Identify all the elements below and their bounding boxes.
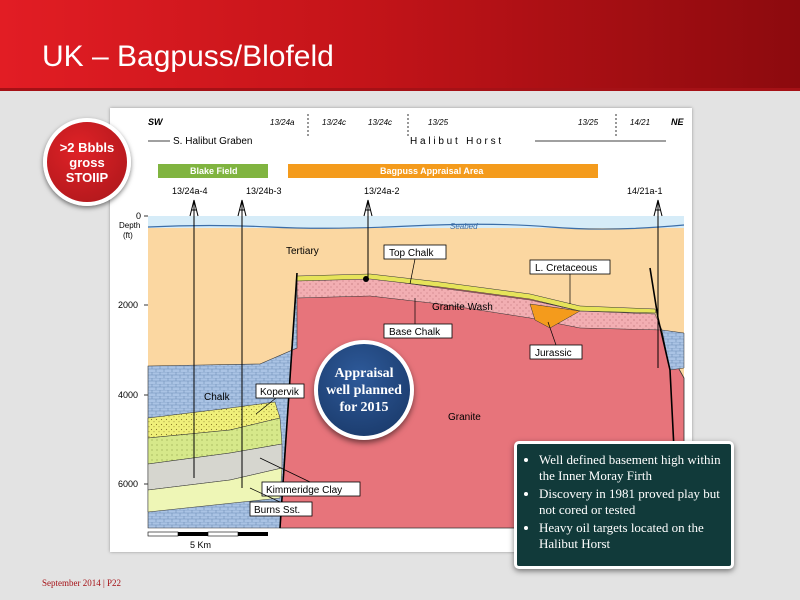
block-label: 13/24c bbox=[368, 118, 392, 127]
appraisal-line: Appraisal bbox=[334, 365, 394, 381]
callout-l-cretaceous: L. Cretaceous bbox=[529, 259, 611, 275]
key-points-box: Well defined basement high within the In… bbox=[514, 441, 734, 569]
slide-title: UK – Bagpuss/Blofeld bbox=[42, 40, 334, 73]
sea-layer bbox=[148, 216, 684, 229]
badge-line: gross bbox=[69, 154, 105, 170]
granite-wash-label: Granite Wash bbox=[432, 302, 493, 313]
kopervik-label: Kopervik bbox=[260, 387, 300, 398]
callout-kimmeridge: Kimmeridge Clay bbox=[261, 481, 361, 497]
block-label: 13/24a bbox=[270, 118, 295, 127]
depth-tick-label: 0 bbox=[136, 211, 141, 221]
depth-tick-label: 4000 bbox=[118, 390, 138, 400]
depth-tick-label: 2000 bbox=[118, 300, 138, 310]
appraisal-line: well planned bbox=[326, 382, 402, 398]
block-label: 14/21 bbox=[630, 118, 650, 127]
horst-label: H a l i b u t H o r s t bbox=[410, 136, 501, 147]
burns-label: Burns Sst. bbox=[254, 505, 300, 516]
slide-footer: September 2014 | P22 bbox=[42, 578, 122, 588]
appraisal-line: for 2015 bbox=[339, 399, 389, 415]
depth-axis-title-unit: (ft) bbox=[123, 231, 133, 240]
scale-bar bbox=[147, 531, 268, 537]
callout-burns: Burns Sst. bbox=[249, 501, 313, 517]
well-discovery-point bbox=[363, 276, 369, 282]
badge-line: >2 Bbbls bbox=[59, 139, 115, 155]
well-label: 14/21a-1 bbox=[627, 186, 663, 196]
callout-top-chalk: Top Chalk bbox=[383, 244, 447, 260]
blake-field-label: Blake Field bbox=[190, 166, 238, 176]
l-cretaceous-label: L. Cretaceous bbox=[535, 263, 597, 274]
appraisal-badge: Appraisal well planned for 2015 bbox=[314, 340, 414, 440]
well-label: 13/24a-4 bbox=[172, 186, 208, 196]
derrick-icon bbox=[189, 199, 663, 217]
callout-jurassic: Jurassic bbox=[529, 344, 583, 360]
direction-right-label: NE bbox=[671, 117, 684, 127]
well-label: 13/24a-2 bbox=[364, 186, 400, 196]
key-point: Heavy oil targets located on the Halibut… bbox=[539, 520, 725, 552]
scale-label: 5 Km bbox=[190, 540, 211, 550]
callout-kopervik: Kopervik bbox=[255, 383, 305, 399]
key-points-list: Well defined basement high within the In… bbox=[525, 452, 725, 552]
badge-line: STOIIP bbox=[65, 169, 109, 185]
seabed-label: Seabed bbox=[450, 222, 478, 231]
graben-label: S. Halibut Graben bbox=[173, 136, 253, 147]
depth-ticks bbox=[144, 215, 148, 485]
stoiip-badge: >2 Bbbls gross STOIIP bbox=[43, 118, 131, 206]
block-label: 13/25 bbox=[428, 118, 449, 127]
jurassic-label: Jurassic bbox=[535, 348, 572, 359]
key-point: Discovery in 1981 proved play but not co… bbox=[539, 486, 725, 518]
chalk-label: Chalk bbox=[204, 392, 231, 403]
top-chalk-label: Top Chalk bbox=[389, 248, 434, 259]
depth-axis-title: Depth bbox=[119, 221, 140, 230]
key-point: Well defined basement high within the In… bbox=[539, 452, 725, 484]
tertiary-label: Tertiary bbox=[286, 246, 319, 257]
header-rule bbox=[0, 88, 800, 91]
well-label: 13/24b-3 bbox=[246, 186, 282, 196]
base-chalk-label: Base Chalk bbox=[389, 327, 441, 338]
bagpuss-area-label: Bagpuss Appraisal Area bbox=[380, 166, 484, 176]
block-label: 13/25 bbox=[578, 118, 599, 127]
depth-tick-label: 6000 bbox=[118, 479, 138, 489]
callout-base-chalk: Base Chalk bbox=[383, 323, 453, 339]
direction-left-label: SW bbox=[148, 117, 164, 127]
block-divider-lines bbox=[307, 114, 617, 138]
kimmeridge-label: Kimmeridge Clay bbox=[266, 485, 342, 496]
block-label: 13/24c bbox=[322, 118, 346, 127]
granite-label: Granite bbox=[448, 412, 481, 423]
